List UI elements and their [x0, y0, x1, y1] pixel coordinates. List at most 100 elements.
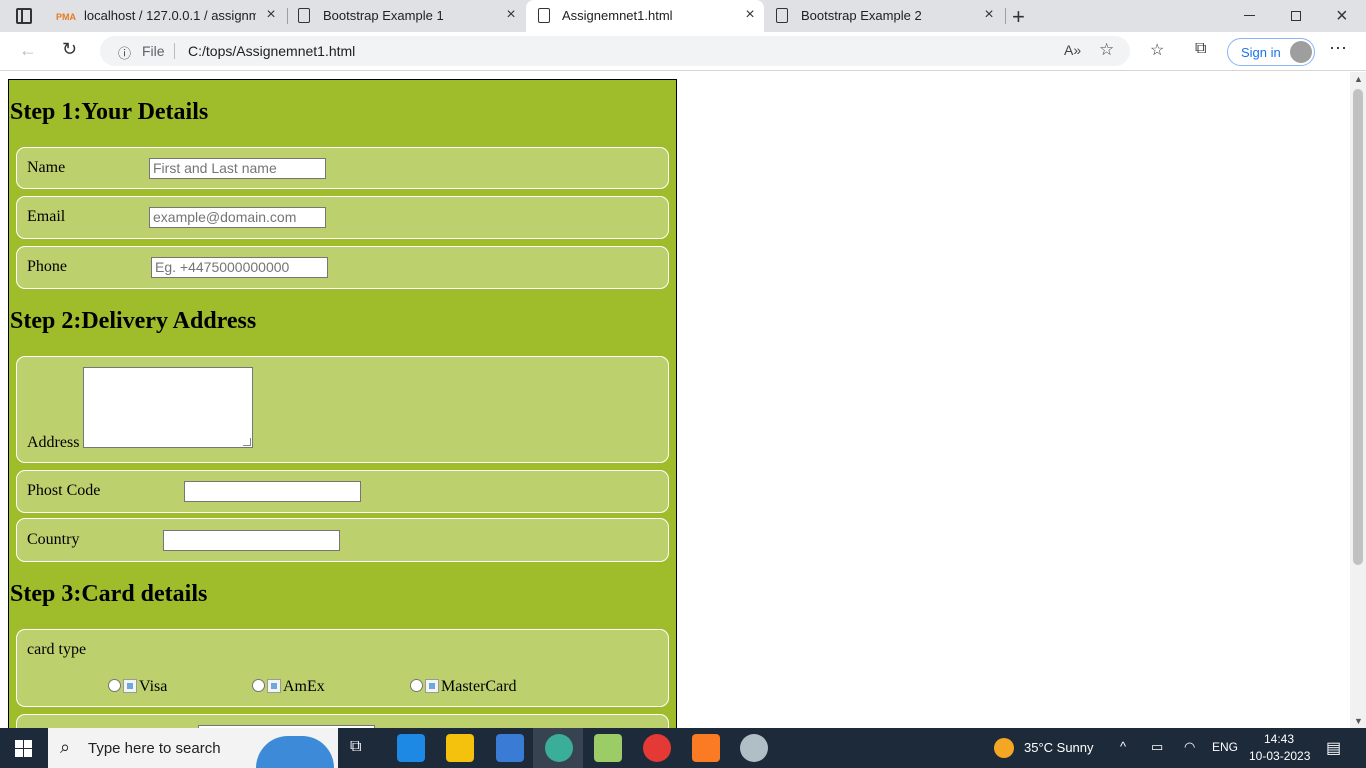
mastercard-option: MasterCard — [425, 678, 517, 696]
step1-heading: Step 1:Your Details — [10, 99, 209, 125]
xampp-icon[interactable] — [692, 734, 720, 762]
task-view-icon[interactable]: ⧉ — [350, 738, 361, 756]
wifi-icon[interactable]: ◠ — [1184, 739, 1195, 755]
email-input[interactable]: example@domain.com — [149, 207, 326, 228]
name-fieldset: Name First and Last name — [16, 147, 669, 189]
sign-in-label: Sign in — [1241, 45, 1281, 60]
mastercard-label: MasterCard — [441, 678, 517, 695]
phone-fieldset: Phone Eg. +4475000000000 — [16, 246, 669, 289]
step3-heading: Step 3:Card details — [10, 581, 208, 607]
avatar-icon — [1290, 41, 1312, 63]
card-type-fieldset: card type Visa AmEx MasterCard — [16, 629, 669, 707]
tab-actions-icon[interactable] — [16, 8, 32, 24]
mail-icon[interactable] — [397, 734, 425, 762]
amex-option: AmEx — [267, 678, 325, 696]
collections-icon[interactable]: ⧉ — [1195, 40, 1206, 58]
chrome-icon[interactable] — [643, 734, 671, 762]
taskbar-search-box[interactable]: ⌕ Type here to search — [48, 728, 338, 768]
step2-heading: Step 2:Delivery Address — [10, 308, 257, 334]
phone-label: Phone — [27, 258, 67, 275]
visa-option: Visa — [123, 678, 167, 696]
search-placeholder: Type here to search — [88, 740, 221, 757]
scrollbar-thumb[interactable] — [1353, 89, 1363, 565]
browser-tab-strip: PMA localhost / 127.0.0.1 / assignmen × … — [0, 0, 1366, 32]
windows-start-icon[interactable] — [15, 740, 32, 757]
postcode-label: Phost Code — [27, 482, 101, 499]
add-favorite-icon[interactable]: ☆ — [1099, 40, 1114, 60]
vertical-scrollbar[interactable]: ▲ ▼ — [1350, 72, 1366, 728]
name-input[interactable]: First and Last name — [149, 158, 326, 179]
sign-in-button[interactable]: Sign in — [1227, 38, 1315, 66]
tab-bootstrap-example-2[interactable]: Bootstrap Example 2 × — [766, 0, 1004, 32]
microsoft-store-icon[interactable] — [496, 734, 524, 762]
address-textarea[interactable] — [83, 367, 253, 448]
favorites-icon[interactable]: ☆ — [1150, 40, 1164, 60]
page-icon — [538, 8, 550, 23]
tab-title: localhost / 127.0.0.1 / assignmen — [84, 8, 256, 23]
back-icon[interactable]: ← — [19, 40, 37, 61]
minimize-icon[interactable] — [1244, 15, 1255, 16]
address-label: Address — [27, 434, 80, 451]
scroll-down-icon[interactable]: ▼ — [1354, 716, 1363, 726]
postcode-fieldset: Phost Code — [16, 470, 669, 513]
page-icon — [776, 8, 788, 23]
read-aloud-icon[interactable]: A» — [1064, 42, 1081, 58]
page-icon — [298, 8, 310, 23]
card-type-label: card type — [27, 641, 87, 658]
country-fieldset: Country — [16, 518, 669, 562]
email-fieldset: Email example@domain.com — [16, 196, 669, 239]
email-label: Email — [27, 208, 66, 225]
amex-radio[interactable] — [252, 679, 265, 692]
close-window-icon[interactable]: × — [1336, 5, 1348, 28]
broken-image-icon — [425, 679, 439, 693]
visa-radio[interactable] — [108, 679, 121, 692]
close-tab-icon[interactable]: × — [982, 7, 996, 23]
language-indicator[interactable]: ENG — [1212, 740, 1238, 754]
notifications-icon[interactable]: ▤ — [1326, 738, 1341, 758]
address-bar[interactable]: ⓘ File C:/tops/Assignemnet1.html A» ☆ — [100, 36, 1130, 66]
tab-assignemnet1[interactable]: Assignemnet1.html × — [526, 0, 764, 32]
tab-bootstrap-example-1[interactable]: Bootstrap Example 1 × — [288, 0, 524, 32]
scheme-label: File — [142, 43, 165, 59]
amex-label: AmEx — [283, 678, 325, 695]
refresh-icon[interactable]: ↻ — [62, 39, 77, 60]
weather-icon — [994, 738, 1014, 758]
tab-phpmyadmin[interactable]: PMA localhost / 127.0.0.1 / assignmen × — [48, 0, 284, 32]
country-label: Country — [27, 531, 80, 548]
notepad-plus-plus-icon[interactable] — [594, 734, 622, 762]
postcode-input[interactable] — [184, 481, 361, 502]
broken-image-icon — [123, 679, 137, 693]
windows-taskbar: ⌕ Type here to search ⧉ 35°C Sunny ^ ▭ ◠… — [0, 728, 1366, 768]
battery-icon[interactable]: ▭ — [1151, 739, 1163, 755]
new-tab-icon[interactable]: + — [1012, 4, 1025, 30]
weather-text[interactable]: 35°C Sunny — [1024, 740, 1094, 755]
search-icon: ⌕ — [60, 737, 71, 757]
broken-image-icon — [267, 679, 281, 693]
search-highlight-image — [256, 736, 334, 768]
file-explorer-icon[interactable] — [446, 734, 474, 762]
browser-toolbar: ← ↻ ⓘ File C:/tops/Assignemnet1.html A» … — [0, 32, 1366, 71]
country-input[interactable] — [163, 530, 340, 551]
info-icon[interactable]: ⓘ — [118, 43, 131, 62]
page-viewport: Step 1:Your Details Name First and Last … — [0, 72, 1350, 728]
chevron-up-icon[interactable]: ^ — [1120, 739, 1126, 754]
visa-label: Visa — [139, 678, 168, 695]
more-menu-icon[interactable]: ⋯ — [1329, 38, 1347, 59]
card-number-fieldset — [16, 714, 669, 728]
close-tab-icon[interactable]: × — [743, 7, 757, 23]
close-tab-icon[interactable]: × — [504, 7, 518, 23]
clock-date[interactable]: 10-03-2023 — [1249, 749, 1310, 763]
tab-title: Bootstrap Example 2 — [801, 8, 922, 23]
restore-icon[interactable] — [1291, 11, 1301, 21]
clock-time[interactable]: 14:43 — [1264, 732, 1294, 746]
paint-icon[interactable] — [740, 734, 768, 762]
address-fieldset: Address — [16, 356, 669, 463]
phpmyadmin-icon: PMA — [56, 12, 76, 22]
close-tab-icon[interactable]: × — [264, 7, 278, 23]
url-text[interactable]: C:/tops/Assignemnet1.html — [188, 43, 355, 59]
phone-input[interactable]: Eg. +4475000000000 — [151, 257, 328, 278]
mastercard-radio[interactable] — [410, 679, 423, 692]
name-label: Name — [27, 159, 66, 176]
scroll-up-icon[interactable]: ▲ — [1354, 74, 1363, 84]
checkout-form: Step 1:Your Details Name First and Last … — [8, 79, 677, 728]
